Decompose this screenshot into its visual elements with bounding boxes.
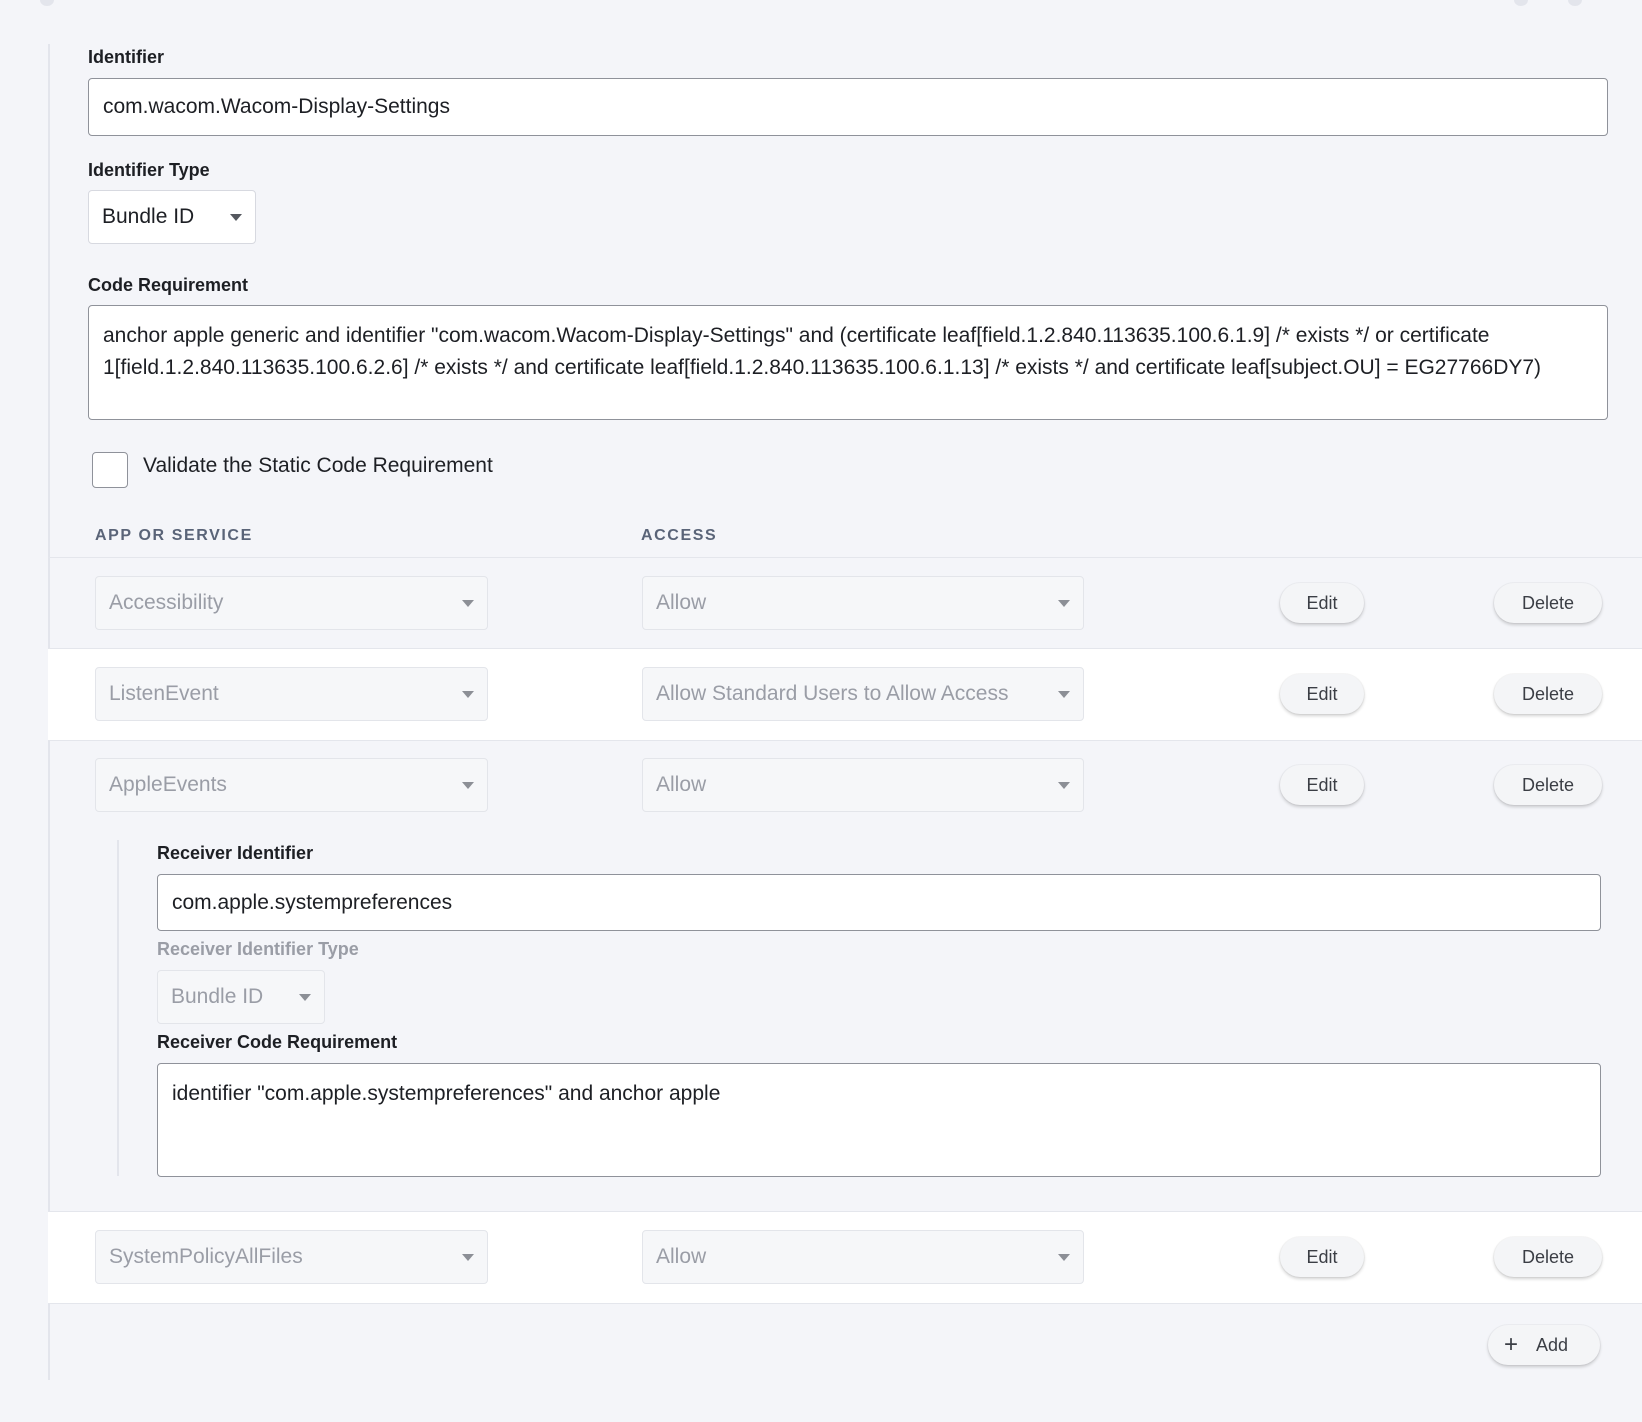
service-select[interactable]: Accessibility	[95, 576, 488, 630]
service-select-value: ListenEvent	[109, 682, 219, 705]
access-select[interactable]: Allow	[642, 576, 1084, 630]
edit-button[interactable]: Edit	[1280, 583, 1364, 623]
edit-button[interactable]: Edit	[1280, 765, 1364, 805]
add-button-label: Add	[1536, 1334, 1569, 1355]
chevron-down-icon	[462, 599, 474, 607]
access-select-value: Allow	[656, 1245, 707, 1268]
delete-button[interactable]: Delete	[1494, 765, 1602, 805]
service-select[interactable]: AppleEvents	[95, 758, 488, 812]
chevron-down-icon	[1058, 781, 1070, 789]
edit-button[interactable]: Edit	[1280, 674, 1364, 714]
detail-divider	[117, 840, 119, 1176]
receiver-identifier-type-label: Receiver Identifier Type	[157, 939, 359, 959]
receiver-identifier-label: Receiver Identifier	[157, 843, 314, 863]
access-select-value: Allow Standard Users to Allow Access	[656, 682, 1009, 705]
delete-button[interactable]: Delete	[1494, 583, 1602, 623]
identifier-type-label: Identifier Type	[88, 160, 210, 180]
access-select-value: Allow	[656, 773, 707, 796]
chevron-down-icon	[1058, 690, 1070, 698]
access-select[interactable]: Allow	[642, 758, 1084, 812]
receiver-identifier-input[interactable]: com.apple.systempreferences	[157, 874, 1601, 931]
receiver-identifier-type-select[interactable]: Bundle ID	[157, 970, 325, 1024]
add-button[interactable]: + Add	[1488, 1325, 1600, 1365]
identifier-label: Identifier	[88, 47, 165, 67]
service-select[interactable]: SystemPolicyAllFiles	[95, 1230, 488, 1284]
top-edge-control	[40, 0, 54, 6]
column-header-app-or-service: APP OR SERVICE	[95, 527, 253, 544]
delete-button[interactable]: Delete	[1494, 1237, 1602, 1277]
chevron-down-icon	[462, 690, 474, 698]
service-select-value: AppleEvents	[109, 773, 227, 796]
access-select[interactable]: Allow	[642, 1230, 1084, 1284]
edit-button[interactable]: Edit	[1280, 1237, 1364, 1277]
identifier-input[interactable]: com.wacom.Wacom-Display-Settings	[88, 78, 1608, 136]
chevron-down-icon	[299, 993, 311, 1001]
chevron-down-icon	[462, 781, 474, 789]
service-select-value: SystemPolicyAllFiles	[109, 1245, 303, 1268]
delete-button[interactable]: Delete	[1494, 674, 1602, 714]
chevron-down-icon	[230, 213, 242, 221]
top-edge-control	[1514, 0, 1528, 6]
plus-icon: +	[1504, 1331, 1519, 1358]
code-requirement-textarea[interactable]: anchor apple generic and identifier "com…	[88, 305, 1608, 420]
receiver-identifier-type-value: Bundle ID	[171, 985, 264, 1008]
column-header-access: ACCESS	[641, 527, 718, 544]
service-select-value: Accessibility	[109, 591, 224, 614]
validate-static-code-checkbox[interactable]	[92, 452, 128, 488]
top-edge-control	[1568, 0, 1582, 6]
receiver-code-requirement-label: Receiver Code Requirement	[157, 1032, 398, 1052]
chevron-down-icon	[462, 1253, 474, 1261]
chevron-down-icon	[1058, 599, 1070, 607]
identifier-type-value: Bundle ID	[102, 205, 195, 228]
service-select[interactable]: ListenEvent	[95, 667, 488, 721]
validate-static-code-label[interactable]: Validate the Static Code Requirement	[143, 454, 493, 478]
receiver-code-requirement-textarea[interactable]: identifier "com.apple.systempreferences"…	[157, 1063, 1601, 1177]
chevron-down-icon	[1058, 1253, 1070, 1261]
access-select-value: Allow	[656, 591, 707, 614]
code-requirement-label: Code Requirement	[88, 275, 249, 295]
identifier-type-select[interactable]: Bundle ID	[88, 190, 256, 244]
access-select[interactable]: Allow Standard Users to Allow Access	[642, 667, 1084, 721]
